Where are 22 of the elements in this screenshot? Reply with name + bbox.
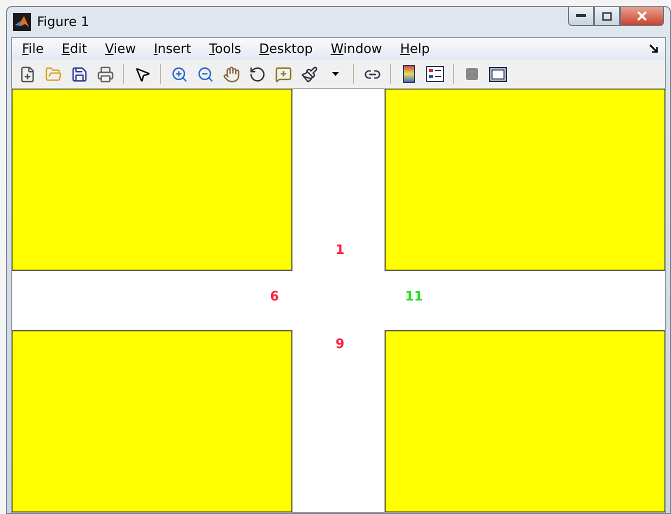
menu-item[interactable]: Desktop — [255, 42, 321, 56]
point-label: 11 — [405, 289, 423, 305]
point-label: 6 — [270, 289, 279, 305]
minimize-icon — [576, 14, 586, 18]
app-logo-icon — [13, 13, 31, 31]
dock-arrow-icon[interactable] — [649, 44, 659, 54]
menu-item[interactable]: Window — [326, 42, 390, 56]
menu-item[interactable]: Edit — [58, 42, 95, 56]
menu-item[interactable]: File — [18, 42, 52, 56]
maximize-button[interactable] — [594, 7, 620, 26]
menu-item[interactable]: Insert — [150, 42, 200, 56]
point-label: 9 — [336, 336, 344, 352]
legend-icon[interactable] — [424, 63, 446, 85]
menu-item[interactable]: Tools — [205, 42, 250, 56]
close-button[interactable] — [620, 7, 664, 26]
maximize-icon — [602, 12, 612, 20]
minimize-button[interactable] — [568, 7, 594, 26]
menu-item[interactable]: Help — [396, 42, 438, 56]
menu-item[interactable]: View — [100, 42, 144, 56]
window-title: Figure 1 — [37, 14, 90, 30]
point-label: 1 — [336, 243, 344, 258]
close-icon — [637, 11, 647, 21]
